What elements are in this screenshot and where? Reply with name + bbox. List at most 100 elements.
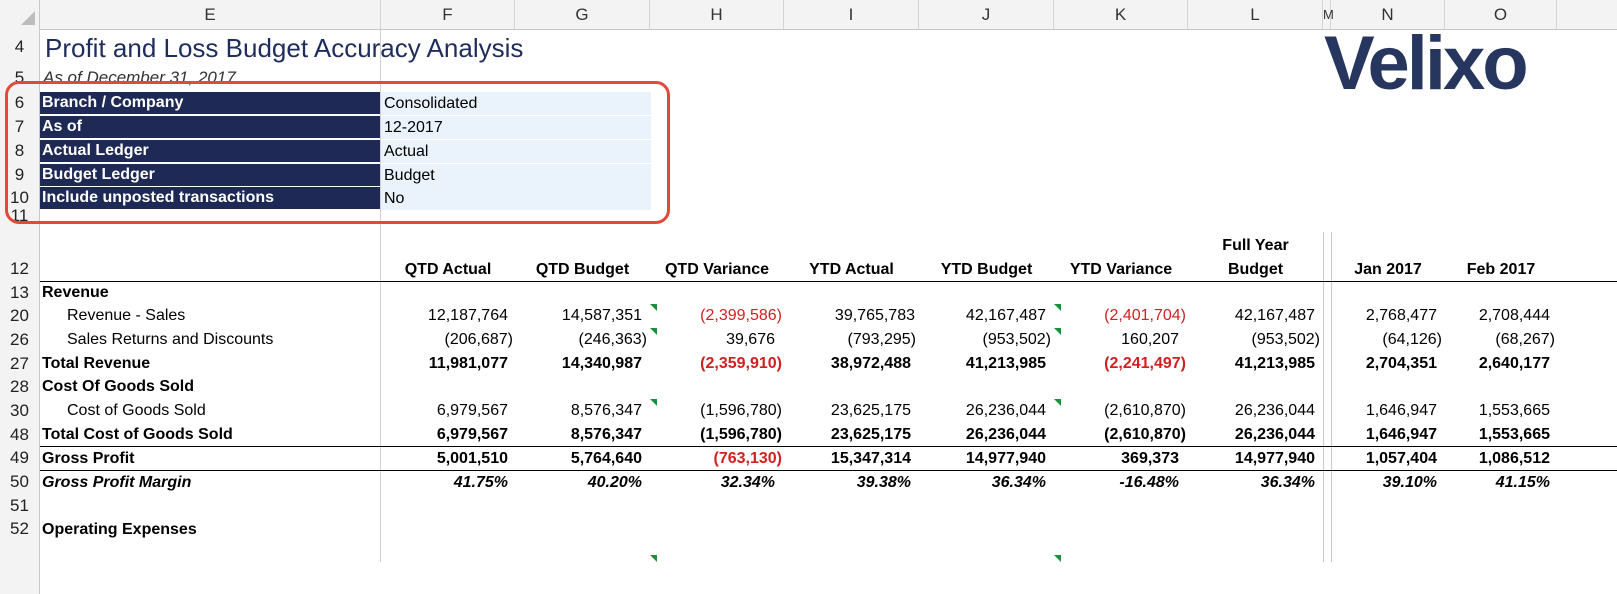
value-cell[interactable]: (64,126): [1331, 328, 1442, 352]
value-cell[interactable]: 14,340,987: [515, 352, 642, 376]
value-cell[interactable]: (793,295): [784, 328, 917, 352]
value-cell[interactable]: 2,708,444: [1445, 304, 1550, 328]
value-cell[interactable]: 2,768,477: [1331, 304, 1437, 328]
value-cell[interactable]: 6,979,567: [381, 399, 508, 423]
row-header[interactable]: 28: [0, 375, 40, 398]
value-cell[interactable]: (246,363): [515, 328, 648, 352]
value-cell[interactable]: 14,977,940: [919, 447, 1046, 471]
column-header-l[interactable]: L: [1188, 0, 1323, 29]
value-cell[interactable]: 6,979,567: [381, 423, 508, 447]
value-cell[interactable]: 39,676: [650, 328, 775, 352]
row-header[interactable]: 30: [0, 399, 40, 422]
value-cell[interactable]: 23,625,175: [784, 423, 911, 447]
value-cell[interactable]: 160,207: [1054, 328, 1179, 352]
row-header[interactable]: 48: [0, 423, 40, 446]
value-cell[interactable]: (1,596,780): [650, 399, 782, 423]
select-all-corner[interactable]: [0, 0, 40, 29]
header-ytd-actual: YTD Actual: [809, 261, 894, 278]
highlight-annotation-box: [5, 81, 670, 224]
value-cell[interactable]: 1,057,404: [1331, 447, 1437, 471]
row-header[interactable]: 27: [0, 352, 40, 375]
value-cell[interactable]: 40.20%: [515, 471, 642, 495]
value-cell[interactable]: 42,167,487: [919, 304, 1046, 328]
row-label: Gross Profit Margin: [42, 474, 192, 491]
value-cell[interactable]: 39.38%: [784, 471, 911, 495]
header-ytd-variance: YTD Variance: [1069, 261, 1173, 278]
value-cell[interactable]: 12,187,764: [381, 304, 508, 328]
value-cell[interactable]: 2,704,351: [1331, 352, 1437, 376]
value-cell[interactable]: 36.34%: [1188, 471, 1315, 495]
value-cell[interactable]: 26,236,044: [919, 423, 1046, 447]
value-cell[interactable]: (763,130): [650, 447, 783, 471]
column-header-e[interactable]: E: [40, 0, 381, 29]
column-header-f[interactable]: F: [381, 0, 515, 29]
value-cell[interactable]: 1,553,665: [1445, 423, 1550, 447]
value-cell[interactable]: (2,610,870): [1054, 423, 1186, 447]
value-cell[interactable]: 15,347,314: [784, 447, 911, 471]
row-header[interactable]: 50: [0, 470, 40, 493]
value-cell[interactable]: 14,587,351: [515, 304, 642, 328]
value-cell[interactable]: (2,610,870): [1054, 399, 1186, 423]
row-header[interactable]: 49: [0, 446, 40, 469]
value-cell[interactable]: (2,401,704): [1054, 304, 1186, 328]
value-cell[interactable]: 1,646,947: [1331, 423, 1437, 447]
select-all-icon: [21, 11, 35, 25]
value-cell[interactable]: 2,640,177: [1445, 352, 1550, 376]
row-header[interactable]: 52: [0, 517, 40, 540]
value-cell[interactable]: (206,687): [381, 328, 514, 352]
value-cell[interactable]: 41,213,985: [1188, 352, 1315, 376]
row-header[interactable]: 12: [0, 257, 40, 280]
value-cell[interactable]: (953,502): [1188, 328, 1321, 352]
value-cell[interactable]: 41.75%: [381, 471, 508, 495]
value-cell[interactable]: 8,576,347: [515, 399, 642, 423]
value-cell[interactable]: 5,001,510: [381, 447, 508, 471]
value-cell[interactable]: 14,977,940: [1188, 447, 1315, 471]
value-cell[interactable]: (2,359,910): [650, 352, 782, 376]
value-cell[interactable]: 41.15%: [1445, 471, 1550, 495]
row-label: Gross Profit: [42, 450, 135, 467]
value-cell[interactable]: (953,502): [919, 328, 1052, 352]
value-cell[interactable]: 26,236,044: [1188, 423, 1315, 447]
value-cell[interactable]: 32.34%: [650, 471, 775, 495]
value-cell[interactable]: 36.34%: [919, 471, 1046, 495]
value-cell[interactable]: 1,553,665: [1445, 399, 1550, 423]
value-cell[interactable]: (1,596,780): [650, 423, 782, 447]
value-cell[interactable]: 42,167,487: [1188, 304, 1315, 328]
value-cell[interactable]: 1,646,947: [1331, 399, 1437, 423]
column-header-k[interactable]: K: [1054, 0, 1188, 29]
row-label: Revenue - Sales: [67, 307, 186, 324]
column-header-j[interactable]: J: [919, 0, 1054, 29]
row-label: Total Cost of Goods Sold: [42, 426, 233, 443]
column-header-h[interactable]: H: [650, 0, 784, 29]
value-cell[interactable]: 38,972,488: [784, 352, 911, 376]
value-cell[interactable]: 23,625,175: [784, 399, 911, 423]
value-cell[interactable]: -16.48%: [1054, 471, 1179, 495]
value-cell[interactable]: (2,241,497): [1054, 352, 1186, 376]
header-qtd-actual: QTD Actual: [404, 261, 492, 278]
value-cell[interactable]: 1,086,512: [1445, 447, 1550, 471]
row-header[interactable]: 51: [0, 494, 40, 517]
comment-indicator-icon: [1054, 304, 1061, 311]
value-cell[interactable]: (2,399,586): [650, 304, 782, 328]
value-cell[interactable]: 11,981,077: [381, 352, 508, 376]
comment-indicator-icon: [1054, 399, 1061, 406]
value-cell[interactable]: 41,213,985: [919, 352, 1046, 376]
row-header[interactable]: 4: [0, 33, 40, 61]
column-header-i[interactable]: I: [784, 0, 919, 29]
value-cell[interactable]: 26,236,044: [919, 399, 1046, 423]
value-cell[interactable]: 39.10%: [1331, 471, 1437, 495]
value-cell[interactable]: 39,765,783: [784, 304, 915, 328]
comment-indicator-icon: [650, 399, 657, 406]
row-label: Operating Expenses: [42, 521, 197, 538]
value-cell[interactable]: (68,267): [1445, 328, 1555, 352]
value-cell[interactable]: 5,764,640: [515, 447, 642, 471]
row-header[interactable]: 26: [0, 328, 40, 351]
row-header[interactable]: 20: [0, 304, 40, 327]
row-header[interactable]: 13: [0, 281, 40, 304]
value-cell[interactable]: 26,236,044: [1188, 399, 1315, 423]
header-qtd-budget: QTD Budget: [535, 261, 630, 278]
value-cell[interactable]: 369,373: [1054, 447, 1179, 471]
column-header-g[interactable]: G: [515, 0, 650, 29]
comment-indicator-icon: [1054, 328, 1061, 335]
value-cell[interactable]: 8,576,347: [515, 423, 642, 447]
